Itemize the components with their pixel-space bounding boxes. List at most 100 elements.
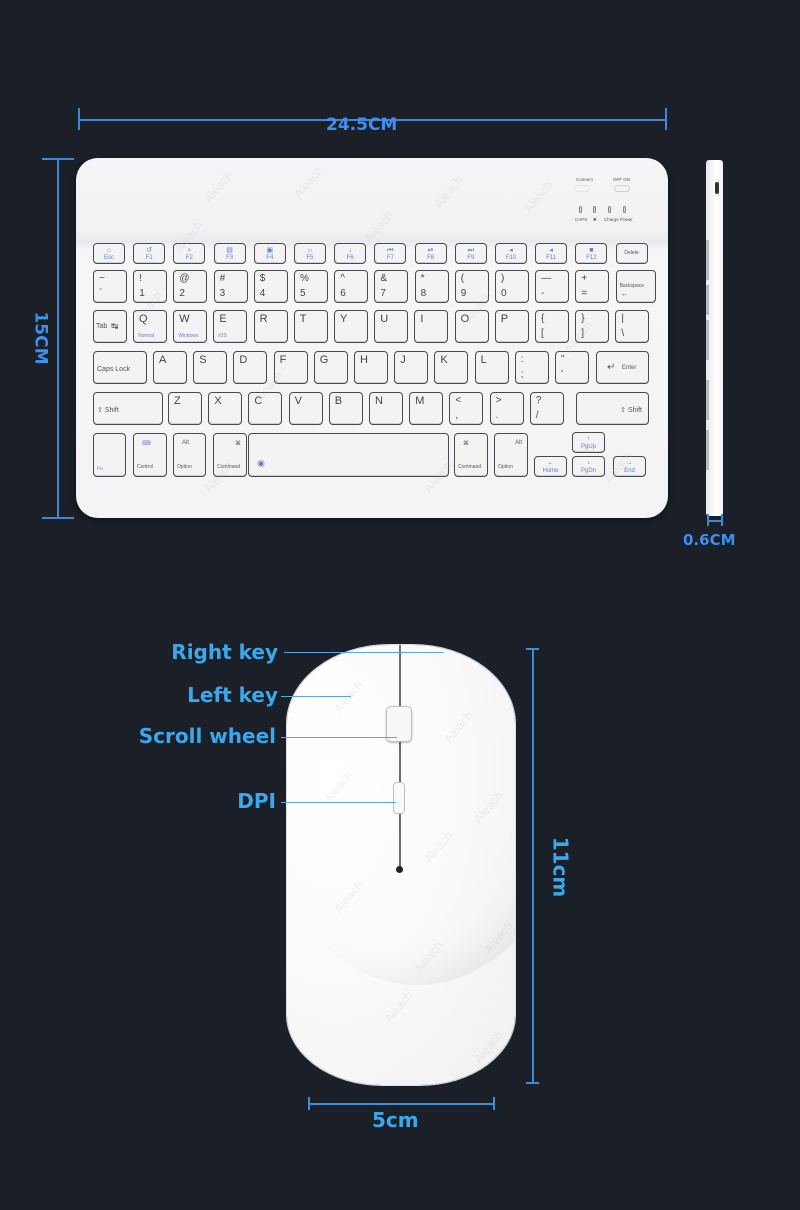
option-key-left[interactable]: Alt Option — [173, 433, 206, 477]
key-d[interactable]: D — [233, 351, 268, 384]
key-bottom-label: / — [535, 410, 539, 421]
key-label: Enter — [622, 365, 637, 371]
fn-key[interactable]: Fn — [93, 433, 126, 477]
command-key-right[interactable]: ⌘ Command — [454, 433, 488, 477]
key-caps-lock[interactable]: Caps Lock — [93, 351, 147, 384]
key-bottom-label: \ — [621, 328, 625, 339]
key-f9[interactable]: ⏭ F9 — [454, 243, 487, 264]
key-enter[interactable]: ↵ Enter — [596, 351, 649, 384]
key-{[interactable]: {[ — [535, 310, 569, 343]
caps-led — [579, 206, 582, 213]
key-tab[interactable]: Tab ↹ — [93, 310, 127, 343]
keyboard-height-tick-bottom — [42, 517, 74, 519]
key-k[interactable]: K — [434, 351, 469, 384]
power-switch[interactable] — [614, 185, 630, 192]
key-=[interactable]: + = — [575, 270, 610, 303]
home-key[interactable]: ← Home — [534, 456, 567, 477]
key-4[interactable]: $4 — [253, 270, 288, 303]
key-p[interactable]: P — [494, 310, 529, 343]
arrow-icon: ↑ — [587, 436, 590, 442]
key-f10[interactable]: ◂ F10 — [495, 243, 527, 264]
key-h[interactable]: H — [354, 351, 388, 384]
key-3[interactable]: #3 — [213, 270, 248, 303]
key-n[interactable]: N — [369, 392, 403, 425]
key-f6[interactable]: ↓ F6 — [334, 243, 367, 264]
pgdn-key[interactable]: ↓ PgDn — [572, 456, 605, 477]
key-g[interactable]: G — [313, 351, 348, 384]
key-t[interactable]: T — [293, 310, 328, 343]
pgup-key[interactable]: ↑ PgUp — [572, 432, 605, 453]
key-e[interactable]: EiOS — [213, 310, 248, 343]
key-r[interactable]: R — [253, 310, 288, 343]
key-z[interactable]: Z — [168, 392, 202, 425]
key-f4[interactable]: ▣ F4 — [253, 243, 286, 264]
key-f8[interactable]: ⏯ F8 — [414, 243, 447, 264]
key-v[interactable]: V — [288, 392, 323, 425]
key-a[interactable]: A — [153, 351, 187, 384]
key-:[interactable]: :; — [514, 351, 549, 384]
key->[interactable]: >. — [489, 392, 524, 425]
key-f1[interactable]: ↺ F1 — [133, 243, 166, 264]
key-`[interactable]: ~ ` — [93, 270, 127, 303]
key-label: F12 — [586, 255, 597, 261]
space-bar[interactable]: ◉ — [248, 433, 449, 477]
key-|[interactable]: | \ — [615, 310, 650, 343]
key-icon: ⏮ — [387, 247, 394, 254]
key-"[interactable]: " ' — [555, 351, 589, 384]
key-edge — [706, 320, 709, 360]
keyboard-height-tick-top — [42, 158, 74, 160]
key-<[interactable]: <, — [449, 392, 484, 425]
right-shift-key[interactable]: ⇧ Shift — [576, 392, 649, 425]
key-f11[interactable]: ◂ F11 — [535, 243, 568, 264]
key-s[interactable]: S — [193, 351, 228, 384]
key-bottom-label: ; — [520, 369, 524, 380]
key-top-label: L — [480, 354, 487, 366]
key--[interactable]: — - — [535, 270, 570, 303]
key-x[interactable]: X — [208, 392, 243, 425]
key-j[interactable]: J — [394, 351, 429, 384]
key-0[interactable]: ) 0 — [495, 270, 529, 303]
key-top-label: T — [299, 313, 307, 325]
mouse-width-line — [308, 1103, 494, 1105]
key-u[interactable]: U — [374, 310, 409, 343]
key-bottom-label: ` — [99, 288, 103, 299]
option-key-right[interactable]: Alt Option — [494, 433, 528, 477]
key-f12[interactable]: ■ F12 — [575, 243, 608, 264]
key-l[interactable]: L — [474, 351, 509, 384]
key-f7[interactable]: ⏮ F7 — [374, 243, 407, 264]
key-bottom-label: , — [455, 410, 459, 421]
key-w[interactable]: W Windows — [173, 310, 208, 343]
key-top-label: : — [520, 354, 524, 365]
key-top-label: N — [375, 395, 383, 407]
dpi-label: DPI — [237, 789, 276, 813]
key-esc[interactable]: ⌂ Esc — [93, 243, 125, 264]
key-8[interactable]: * 8 — [414, 270, 449, 303]
control-key[interactable]: ⌨ Control — [133, 433, 167, 477]
thickness-label: 0.6CM — [683, 531, 736, 549]
keyboard-height-line — [57, 159, 59, 517]
key-y[interactable]: Y — [334, 310, 368, 343]
dpi-button[interactable] — [393, 782, 405, 814]
key-i[interactable]: I — [414, 310, 449, 343]
key-7[interactable]: & 7 — [374, 270, 409, 303]
connect-label: Connect — [576, 177, 593, 182]
key-m[interactable]: M — [409, 392, 444, 425]
key-icon: ☼ — [306, 247, 314, 254]
keyboard-width-tick-left — [78, 108, 80, 130]
key-2[interactable]: @2 — [173, 270, 208, 303]
arrow-icon: ↓ — [587, 460, 590, 466]
key-6[interactable]: ^ 6 — [334, 270, 369, 303]
key-top-label: X — [214, 395, 222, 407]
key-delete[interactable]: Delete — [615, 243, 648, 264]
key-label: F7 — [386, 255, 394, 261]
key-top-label: { — [541, 313, 545, 324]
left-shift-key[interactable]: ⇧ Shift — [93, 392, 163, 425]
key-f3[interactable]: ▤ F3 — [213, 243, 246, 264]
connect-button[interactable] — [574, 185, 590, 192]
key-5[interactable]: % 5 — [294, 270, 328, 303]
key-?[interactable]: ? / — [529, 392, 564, 425]
key-f5[interactable]: ☼ F5 — [294, 243, 326, 264]
key-←[interactable]: Backspace ← — [615, 270, 656, 303]
key-b[interactable]: B — [328, 392, 363, 425]
mouse-width-tick-left — [308, 1097, 310, 1110]
